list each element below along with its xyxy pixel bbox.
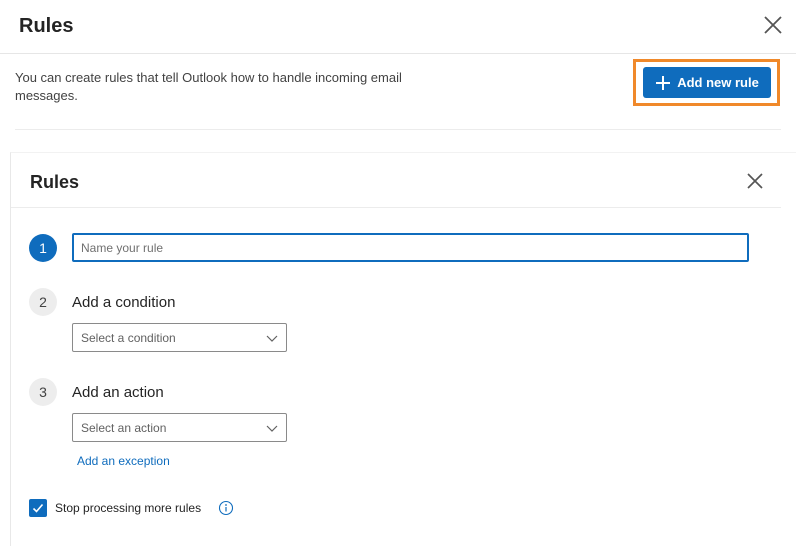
add-action-label: Add an action: [72, 384, 164, 401]
section-divider: [15, 129, 781, 130]
rules-description: You can create rules that tell Outlook h…: [15, 70, 402, 103]
step-2-badge: 2: [29, 288, 57, 316]
step-1-badge: 1: [29, 234, 57, 262]
panel-divider: [11, 207, 781, 208]
stop-processing-label: Stop processing more rules: [55, 501, 202, 515]
new-rule-panel: Rules 1 2 Add a condition Select a condi…: [10, 152, 796, 546]
panel-title: Rules: [30, 172, 80, 192]
condition-select-value: Select a condition: [81, 330, 176, 345]
close-icon[interactable]: [745, 171, 765, 191]
add-new-rule-button[interactable]: Add new rule: [643, 67, 771, 98]
action-select[interactable]: Select an action: [72, 413, 287, 442]
checkmark-icon: [32, 503, 44, 513]
info-icon[interactable]: [218, 500, 234, 516]
action-select-value: Select an action: [81, 420, 167, 435]
header-divider: [0, 53, 796, 54]
plus-icon: [656, 75, 671, 90]
chevron-down-icon: [266, 335, 278, 342]
add-exception-link[interactable]: Add an exception: [77, 454, 170, 468]
chevron-down-icon: [266, 425, 278, 432]
add-new-rule-label: Add new rule: [677, 75, 759, 90]
stop-processing-checkbox[interactable]: [29, 499, 47, 517]
close-icon[interactable]: [762, 14, 784, 36]
condition-select[interactable]: Select a condition: [72, 323, 287, 352]
step-3-badge: 3: [29, 378, 57, 406]
rule-name-input[interactable]: [72, 233, 749, 262]
page-title: Rules: [19, 15, 74, 37]
add-condition-label: Add a condition: [72, 294, 176, 311]
